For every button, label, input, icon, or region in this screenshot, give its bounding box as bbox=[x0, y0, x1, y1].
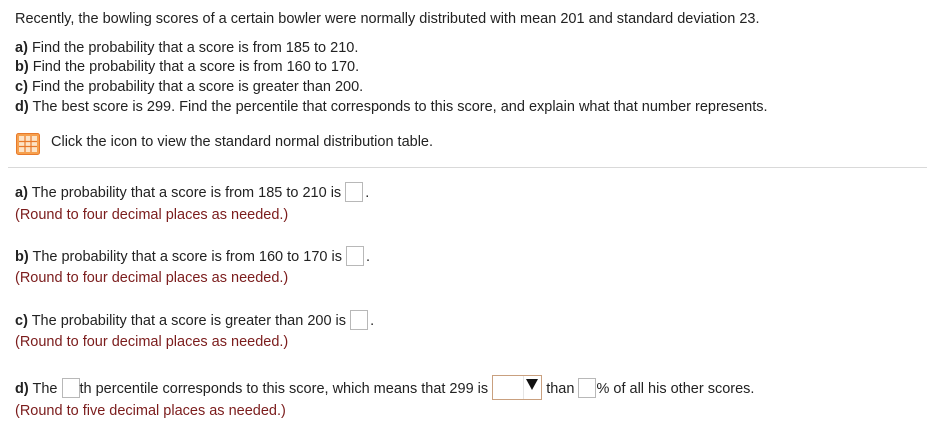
answer-d-comparison-dropdown[interactable] bbox=[492, 375, 543, 400]
part-label: b) bbox=[15, 59, 29, 75]
part-label: a) bbox=[15, 40, 28, 56]
answer-a-line: a) The probability that a score is from … bbox=[15, 182, 369, 202]
answer-c-line: c) The probability that a score is great… bbox=[15, 310, 374, 330]
answer-b-line: b) The probability that a score is from … bbox=[15, 246, 370, 266]
answer-a-input[interactable] bbox=[345, 182, 364, 202]
part-text: Find the probability that a score is fro… bbox=[32, 59, 360, 75]
answer-d-percent-input[interactable] bbox=[578, 378, 597, 398]
dropdown-arrow-icon bbox=[526, 379, 539, 390]
table-link-text[interactable]: Click the icon to view the standard norm… bbox=[51, 134, 433, 150]
answer-d-text-1: The bbox=[32, 381, 58, 397]
answer-a-label: a) bbox=[15, 185, 28, 201]
part-text: Find the probability that a score is gre… bbox=[31, 79, 364, 95]
answer-d-percentile-input[interactable] bbox=[61, 378, 80, 398]
answer-a-text: The probability that a score is from 185… bbox=[31, 185, 342, 201]
answer-b-note: (Round to four decimal places as needed.… bbox=[15, 270, 289, 286]
answer-d-note: (Round to five decimal places as needed.… bbox=[15, 403, 286, 419]
problem-part-b: b) Find the probability that a score is … bbox=[15, 59, 359, 75]
answer-d-text-3: than bbox=[546, 381, 575, 397]
answer-d-text-4: % of all his other scores. bbox=[596, 381, 755, 397]
part-label: d) bbox=[15, 99, 29, 115]
part-text: Find the probability that a score is fro… bbox=[31, 40, 359, 56]
answer-b-input[interactable] bbox=[346, 246, 364, 266]
answer-d-label: d) bbox=[15, 381, 29, 397]
part-label: c) bbox=[15, 79, 28, 95]
answer-d-text-2: th percentile corresponds to this score,… bbox=[79, 381, 489, 397]
answer-a-note: (Round to four decimal places as needed.… bbox=[15, 207, 289, 223]
answer-c-note: (Round to four decimal places as needed.… bbox=[15, 334, 289, 350]
problem-part-d: d) The best score is 299. Find the perce… bbox=[15, 99, 768, 115]
problem-part-c: c) Find the probability that a score is … bbox=[15, 79, 363, 95]
answer-b-text: The probability that a score is from 160… bbox=[32, 249, 342, 265]
part-text: The best score is 299. Find the percenti… bbox=[32, 99, 768, 115]
problem-intro: Recently, the bowling scores of a certai… bbox=[15, 11, 760, 27]
answer-c-label: c) bbox=[15, 313, 28, 329]
answer-d-line: d) The th percentile corresponds to this… bbox=[15, 375, 754, 400]
table-icon[interactable] bbox=[16, 133, 40, 155]
answer-b-label: b) bbox=[15, 249, 29, 265]
divider bbox=[8, 167, 927, 168]
answer-c-text: The probability that a score is greater … bbox=[31, 313, 347, 329]
answer-c-input[interactable] bbox=[350, 310, 369, 330]
problem-part-a: a) Find the probability that a score is … bbox=[15, 40, 358, 56]
